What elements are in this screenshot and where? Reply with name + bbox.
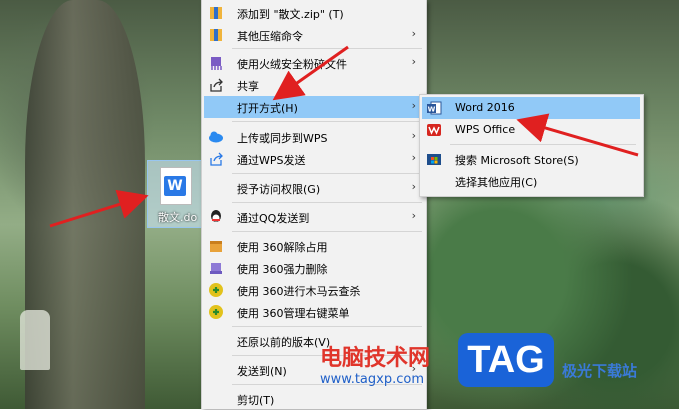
watermark-right: 极光下载站 [562, 362, 638, 380]
watermark-url: www.tagxp.com [320, 372, 424, 387]
watermark-tag-logo: TAG [458, 333, 554, 387]
arrow-to-open-with [272, 45, 349, 101]
watermark-brand: 电脑技术网 [320, 346, 431, 371]
arrow-to-wps-office [516, 113, 639, 157]
arrow-to-file [49, 189, 149, 228]
